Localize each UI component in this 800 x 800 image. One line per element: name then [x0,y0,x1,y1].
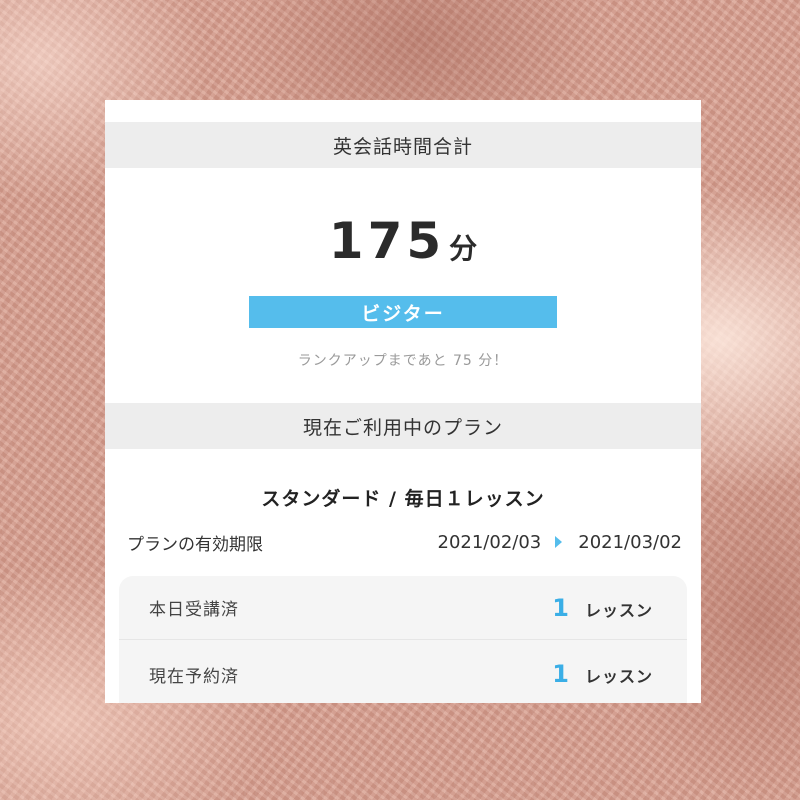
play-arrow-icon [555,536,563,548]
total-time-unit: 分 [449,232,478,265]
total-time-value: 175 [328,212,446,270]
lesson-row-reserved: 現在予約済 1 レッスン [119,642,687,703]
plan-period-dates: 2021/02/03 2021/03/02 [438,532,683,553]
total-time-header: 英会話時間合計 [105,122,701,168]
total-time-header-label: 英会話時間合計 [332,135,473,158]
plan-period-label: プランの有効期限 [127,534,263,555]
rank-label: ビジター [361,302,445,325]
total-time: 175 分 [105,212,701,270]
lesson-status-box: 本日受講済 1 レッスン 現在予約済 1 レッスン [119,576,687,703]
rank-badge: ビジター [249,296,557,328]
lesson-unit: レッスン [584,600,653,620]
lesson-value: 1 レッスン [552,594,653,622]
rankup-message: ランクアップまであと 75 分！ [297,353,509,369]
lesson-unit: レッスン [584,667,653,686]
plan-period-end: 2021/03/02 [578,531,682,553]
lesson-row-today-taken: 本日受講済 1 レッスン [119,576,687,640]
plan-period-row: プランの有効期限 2021/02/03 2021/03/02 [127,528,682,556]
lesson-count: 1 [552,660,569,688]
plan-name: スタンダード / 毎日１レッスン [261,488,545,510]
lesson-label: 本日受講済 [149,600,239,620]
summary-card: 英会話時間合計 175 分 ビジター ランクアップまであと 75 分！ 現在ご利用… [105,100,701,703]
current-plan-header: 現在ご利用中のプラン [105,403,701,449]
lesson-value: 1 レッスン [552,660,653,688]
lesson-label: 現在予約済 [149,666,239,687]
plan-period-start: 2021/02/03 [437,531,542,553]
lesson-count: 1 [552,593,569,622]
current-plan-header-label: 現在ご利用中のプラン [302,416,503,439]
